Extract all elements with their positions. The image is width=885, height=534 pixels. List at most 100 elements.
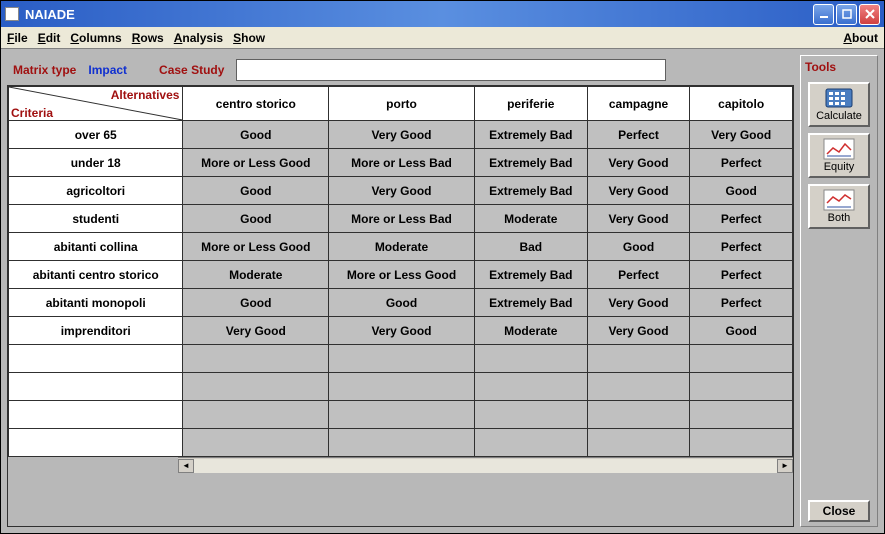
data-cell[interactable]: Bad xyxy=(474,233,587,261)
data-cell[interactable]: Moderate xyxy=(183,261,329,289)
scroll-track[interactable] xyxy=(194,459,777,473)
data-cell[interactable]: Good xyxy=(587,233,690,261)
data-cell[interactable]: Extremely Bad xyxy=(474,149,587,177)
data-cell[interactable]: Extremely Bad xyxy=(474,121,587,149)
titlebar[interactable]: NAIADE xyxy=(1,1,884,27)
row-head[interactable] xyxy=(9,345,183,373)
data-cell[interactable] xyxy=(587,373,690,401)
data-cell[interactable] xyxy=(690,401,793,429)
close-window-button[interactable] xyxy=(859,4,880,25)
row-head[interactable]: abitanti monopoli xyxy=(9,289,183,317)
data-cell[interactable] xyxy=(329,345,475,373)
data-cell[interactable]: Good xyxy=(183,121,329,149)
data-cell[interactable]: Very Good xyxy=(587,317,690,345)
data-cell[interactable] xyxy=(183,345,329,373)
data-cell[interactable]: Good xyxy=(183,289,329,317)
data-cell[interactable]: Extremely Bad xyxy=(474,177,587,205)
matrix-type-value[interactable]: Impact xyxy=(88,63,127,77)
data-cell[interactable] xyxy=(329,429,475,457)
data-cell[interactable]: Perfect xyxy=(690,149,793,177)
scroll-right-arrow[interactable]: ► xyxy=(777,459,793,473)
data-cell[interactable]: Perfect xyxy=(690,233,793,261)
data-cell[interactable] xyxy=(329,401,475,429)
data-cell[interactable]: Good xyxy=(690,317,793,345)
data-cell[interactable] xyxy=(587,429,690,457)
table-row: over 65GoodVery GoodExtremely BadPerfect… xyxy=(9,121,793,149)
row-head[interactable]: imprenditori xyxy=(9,317,183,345)
row-head[interactable]: under 18 xyxy=(9,149,183,177)
data-cell[interactable] xyxy=(690,429,793,457)
maximize-button[interactable] xyxy=(836,4,857,25)
close-button[interactable]: Close xyxy=(808,500,870,522)
data-cell[interactable]: Perfect xyxy=(690,205,793,233)
data-cell[interactable]: Very Good xyxy=(587,177,690,205)
row-head[interactable]: studenti xyxy=(9,205,183,233)
data-cell[interactable]: Good xyxy=(183,205,329,233)
data-cell[interactable]: More or Less Good xyxy=(183,149,329,177)
data-cell[interactable]: Moderate xyxy=(329,233,475,261)
data-cell[interactable]: Moderate xyxy=(474,205,587,233)
both-button[interactable]: Both xyxy=(808,184,870,229)
menu-about[interactable]: About xyxy=(843,31,878,45)
minimize-button[interactable] xyxy=(813,4,834,25)
menu-edit[interactable]: Edit xyxy=(38,31,61,45)
row-head[interactable] xyxy=(9,429,183,457)
row-head[interactable] xyxy=(9,401,183,429)
data-cell[interactable]: More or Less Good xyxy=(329,261,475,289)
data-cell[interactable]: Good xyxy=(690,177,793,205)
data-cell[interactable]: Very Good xyxy=(587,149,690,177)
data-cell[interactable] xyxy=(183,373,329,401)
data-cell[interactable] xyxy=(690,373,793,401)
data-cell[interactable]: Good xyxy=(329,289,475,317)
col-head-1[interactable]: porto xyxy=(329,87,475,121)
data-cell[interactable]: Very Good xyxy=(183,317,329,345)
data-cell[interactable]: Very Good xyxy=(329,317,475,345)
data-cell[interactable] xyxy=(474,429,587,457)
menu-show[interactable]: Show xyxy=(233,31,265,45)
scroll-left-arrow[interactable]: ◄ xyxy=(178,459,194,473)
menu-rows[interactable]: Rows xyxy=(132,31,164,45)
menu-analysis[interactable]: Analysis xyxy=(174,31,223,45)
data-cell[interactable] xyxy=(587,345,690,373)
col-head-2[interactable]: periferie xyxy=(474,87,587,121)
row-head[interactable]: abitanti collina xyxy=(9,233,183,261)
menu-file[interactable]: File xyxy=(7,31,28,45)
data-cell[interactable]: Extremely Bad xyxy=(474,261,587,289)
data-cell[interactable] xyxy=(329,373,475,401)
data-cell[interactable] xyxy=(474,373,587,401)
data-cell[interactable]: More or Less Bad xyxy=(329,149,475,177)
row-head[interactable]: agricoltori xyxy=(9,177,183,205)
row-head[interactable]: abitanti centro storico xyxy=(9,261,183,289)
data-cell[interactable]: Perfect xyxy=(690,261,793,289)
horizontal-scrollbar[interactable]: ◄ ► xyxy=(178,457,793,473)
data-cell[interactable]: Very Good xyxy=(587,205,690,233)
data-cell[interactable]: Perfect xyxy=(587,121,690,149)
data-cell[interactable]: Very Good xyxy=(329,177,475,205)
row-head[interactable]: over 65 xyxy=(9,121,183,149)
data-cell[interactable] xyxy=(474,345,587,373)
data-cell[interactable] xyxy=(183,401,329,429)
data-cell[interactable] xyxy=(690,345,793,373)
calculate-button[interactable]: Calculate xyxy=(808,82,870,127)
col-head-0[interactable]: centro storico xyxy=(183,87,329,121)
data-cell[interactable]: More or Less Good xyxy=(183,233,329,261)
col-head-3[interactable]: campagne xyxy=(587,87,690,121)
data-cell[interactable]: Very Good xyxy=(587,289,690,317)
equity-button[interactable]: Equity xyxy=(808,133,870,178)
data-cell[interactable]: Moderate xyxy=(474,317,587,345)
col-head-4[interactable]: capitolo xyxy=(690,87,793,121)
data-cell[interactable]: Very Good xyxy=(690,121,793,149)
data-cell[interactable] xyxy=(183,429,329,457)
data-cell[interactable]: Good xyxy=(183,177,329,205)
data-cell[interactable]: More or Less Bad xyxy=(329,205,475,233)
table-row xyxy=(9,429,793,457)
data-cell[interactable]: Extremely Bad xyxy=(474,289,587,317)
row-head[interactable] xyxy=(9,373,183,401)
menu-columns[interactable]: Columns xyxy=(70,31,121,45)
data-cell[interactable]: Very Good xyxy=(329,121,475,149)
case-study-input[interactable] xyxy=(236,59,666,81)
data-cell[interactable] xyxy=(474,401,587,429)
data-cell[interactable]: Perfect xyxy=(587,261,690,289)
data-cell[interactable]: Perfect xyxy=(690,289,793,317)
data-cell[interactable] xyxy=(587,401,690,429)
